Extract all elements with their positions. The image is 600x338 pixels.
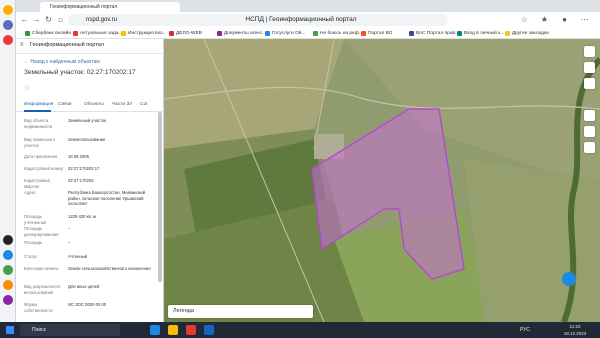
chrome-icon[interactable] — [186, 325, 196, 335]
map-view[interactable] — [164, 39, 600, 322]
tab-title: Геоинформационный портал — [50, 4, 118, 10]
panel-scrollbar[interactable] — [158, 112, 162, 282]
clock[interactable]: 11:22 18.12.2023 — [555, 323, 595, 337]
info-row-label: Дата присвоения — [24, 154, 58, 159]
screen: Геоинформационный портал ← → ↻ ⌂ nspd.go… — [0, 0, 600, 338]
messenger-icon[interactable] — [3, 295, 13, 305]
satellite-map — [164, 39, 600, 322]
app-icon[interactable] — [3, 235, 13, 245]
info-row-value: 02:27:170202:17 — [68, 166, 100, 171]
info-row-value: – — [68, 226, 71, 231]
info-row-label: Площадь декларированная — [24, 226, 59, 237]
locate-button[interactable] — [584, 142, 595, 153]
measure-button[interactable] — [584, 62, 595, 73]
info-row-label: Форма собственности — [24, 302, 53, 313]
info-row-label: Кадастровый номер — [24, 166, 64, 171]
info-row-label: Кадастровый квартал — [24, 178, 50, 189]
mail-icon[interactable] — [3, 35, 13, 45]
reload-icon[interactable]: ↻ — [44, 15, 53, 24]
zoom-out-button[interactable] — [584, 126, 595, 137]
clock-time: 11:22 — [569, 324, 581, 329]
zoom-in-button[interactable] — [584, 110, 595, 121]
layers-button[interactable] — [584, 46, 595, 57]
bookmark-item[interactable]: ДЕЛО-WEB — [168, 29, 202, 38]
chat-icon[interactable] — [562, 272, 576, 286]
panel-tab[interactable]: Объекты — [84, 102, 104, 107]
info-row-value: 1229 430 кв. м — [68, 214, 96, 219]
taskbar-search-label: Поиск — [32, 327, 46, 333]
panel-title: Геоинформационный портал — [30, 42, 104, 48]
tab-active[interactable]: Геоинформационный портал — [40, 2, 180, 12]
explorer-icon[interactable] — [168, 325, 178, 335]
back-to-results-link[interactable]: ← Назад к найденным объектам — [24, 59, 100, 65]
info-row-value: Республика Башкортостан, Миякинский райо… — [68, 190, 146, 206]
bookmark-item[interactable]: ВАС Портал прав... — [408, 29, 459, 38]
bookmark-item[interactable]: Портал ВО — [360, 29, 392, 38]
legend-label: Легенда — [173, 308, 194, 314]
panel-tab[interactable]: Связи — [58, 102, 71, 107]
info-row-label: Категория земель — [24, 266, 59, 271]
forward-icon[interactable]: → — [32, 15, 41, 24]
windows-start-icon[interactable] — [6, 326, 14, 334]
bookmark-item[interactable]: Вход в личный к... — [456, 29, 504, 38]
info-row-value: Для иных целей — [68, 284, 100, 289]
panel-tab[interactable]: Сог — [140, 102, 148, 107]
notes-icon[interactable] — [3, 280, 13, 290]
bookmark-item[interactable]: Другие закладки — [504, 29, 549, 38]
whatsapp-icon[interactable] — [3, 265, 13, 275]
weather-icon[interactable] — [3, 5, 13, 15]
panel-tab[interactable]: Части ЗУ — [112, 102, 132, 107]
collections-icon[interactable] — [3, 20, 13, 30]
info-row-label: Площадь уточненная — [24, 214, 47, 225]
bookmark-item[interactable]: Сбербанк онлайн — [24, 29, 71, 38]
info-row-value: ИС ЗОС 0000 00 00 — [68, 302, 107, 307]
edge-icon[interactable] — [150, 325, 160, 335]
menu-icon[interactable]: ⋯ — [580, 15, 589, 24]
info-row-value: 18.08.2005 — [68, 154, 89, 159]
favorites-icon[interactable]: ★ — [540, 15, 549, 24]
bookmark-item[interactable]: Актуальные зада... — [72, 29, 122, 38]
print-button[interactable] — [584, 78, 595, 89]
info-row-label: Вид разрешенного использования — [24, 284, 61, 295]
object-title: Земельный участок: 02:27:170202:17 — [24, 69, 136, 76]
hamburger-icon[interactable]: ≡ — [20, 42, 24, 48]
bookmark-item[interactable]: Инструкция вхо... — [120, 29, 167, 38]
info-row-value: Земельный участок — [68, 118, 107, 123]
telegram-icon[interactable] — [3, 250, 13, 260]
language-indicator[interactable]: РУС — [520, 322, 530, 338]
home-icon[interactable]: ⌂ — [56, 15, 65, 24]
legend-button[interactable]: Легенда — [168, 305, 313, 318]
back-icon[interactable]: ← — [20, 15, 29, 24]
info-row-value: Землепользование — [68, 137, 106, 142]
bookmark-item[interactable]: Документы агенс... — [216, 29, 266, 38]
favorite-star-icon[interactable]: ☆ — [24, 84, 30, 92]
panel-tab[interactable]: Информация — [24, 102, 53, 107]
url-text: nspd.gov.ru — [86, 17, 117, 23]
bookmark-item[interactable]: Не боюсь на реф... — [312, 29, 363, 38]
info-row-label: Адрес — [24, 190, 36, 195]
info-row-value: Учтенный — [68, 254, 88, 259]
info-row-value: – — [68, 240, 71, 245]
word-icon[interactable] — [204, 325, 214, 335]
info-row-label: Вид объекта недвижимости — [24, 118, 53, 129]
profile-icon[interactable]: ● — [560, 15, 569, 24]
page-window-title: НСПД | Геоинформационный портал — [245, 16, 357, 23]
extensions-icon[interactable]: ☆ — [520, 15, 529, 24]
info-row-label: Вид земельного участка — [24, 137, 56, 148]
clock-date: 18.12.2023 — [563, 331, 587, 336]
info-row-value: Земли сельскохозяйственного назначения — [68, 266, 151, 271]
info-row-label: Площадь — [24, 240, 43, 245]
active-tab-indicator — [24, 110, 51, 112]
info-row-label: Статус — [24, 254, 38, 259]
bookmark-item[interactable]: Госуслуги Ой... — [264, 29, 305, 38]
info-row-value: 02:27:170202 — [68, 178, 94, 183]
